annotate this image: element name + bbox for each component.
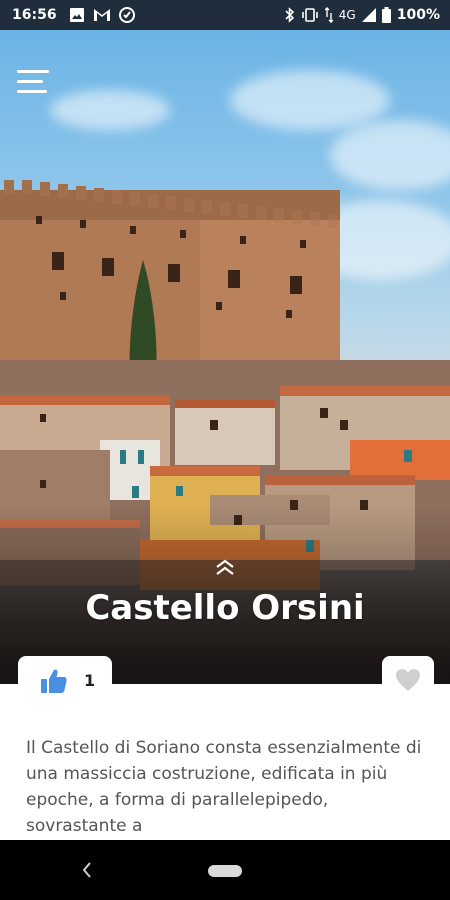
- vibrate-icon: [301, 8, 318, 22]
- back-chevron-icon[interactable]: [80, 860, 94, 880]
- like-button[interactable]: 1: [18, 656, 112, 706]
- place-description: Il Castello di Soriano consta essenzialm…: [26, 738, 422, 836]
- chevron-up-icon[interactable]: [211, 558, 239, 578]
- data-arrows-icon: [324, 7, 333, 23]
- heart-icon: [396, 669, 420, 691]
- hero-image: [0, 30, 450, 684]
- vpn-icon: [118, 7, 135, 23]
- navigation-bar: [0, 840, 450, 900]
- clock: 16:56: [12, 7, 57, 23]
- bluetooth-icon: [285, 7, 294, 23]
- gmail-icon: [93, 9, 110, 21]
- home-pill-icon[interactable]: [208, 865, 242, 877]
- favorite-button[interactable]: [382, 656, 434, 706]
- battery-icon: [381, 7, 391, 23]
- status-bar: 16:56 4G 100%: [0, 0, 450, 30]
- network-type: 4G: [338, 8, 356, 22]
- thumbs-up-icon: [41, 669, 67, 693]
- place-title: Castello Orsini: [85, 588, 365, 628]
- battery-percent: 100%: [396, 7, 440, 23]
- image-icon: [69, 8, 84, 22]
- like-count: 1: [84, 671, 96, 690]
- signal-icon: [361, 8, 376, 22]
- hamburger-menu-icon[interactable]: [17, 70, 51, 96]
